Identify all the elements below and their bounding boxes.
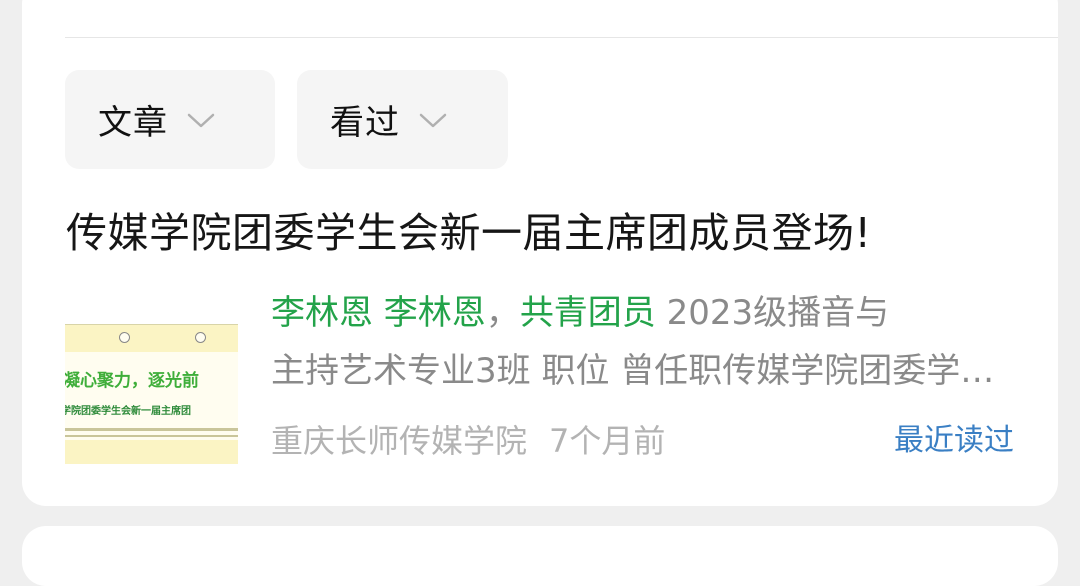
thumbnail-bottom-band bbox=[65, 440, 238, 464]
article-snippet[interactable]: 李林恩 李林恩，共青团员 2023级播音与 主持艺术专业3班 职位 曾任职传媒学… bbox=[271, 284, 1011, 400]
next-result-card bbox=[22, 526, 1058, 586]
publish-time: 7个月前 bbox=[549, 422, 666, 460]
article-meta: 重庆长师传媒学院 7个月前 bbox=[271, 416, 665, 466]
snippet-highlight-name: 李林恩 李林恩 bbox=[271, 293, 486, 333]
filter-history-label: 看过 bbox=[330, 103, 400, 143]
divider bbox=[65, 37, 1058, 38]
thumbnail-slogan: 凝心聚力，逐光前 bbox=[65, 371, 199, 391]
filter-history-dropdown[interactable]: 看过 bbox=[297, 70, 508, 169]
snippet-highlight-role: 共青团员 bbox=[519, 293, 656, 333]
snippet-text: 2023级播音与 bbox=[655, 293, 890, 333]
snippet-line-2: 主持艺术专业3班 职位 曾任职传媒学院团委学生会 bbox=[271, 351, 1011, 391]
binder-hole-icon bbox=[119, 332, 130, 343]
snippet-line-1: 李林恩 李林恩，共青团员 2023级播音与 bbox=[271, 284, 1011, 342]
article-thumbnail[interactable]: 凝心聚力，逐光前 学院团委学生会新一届主席团 bbox=[65, 324, 238, 464]
filter-type-label: 文章 bbox=[98, 103, 168, 143]
article-title[interactable]: 传媒学院团委学生会新一届主席团成员登场! bbox=[66, 203, 871, 263]
thumbnail-subline: 学院团委学生会新一届主席团 bbox=[65, 406, 191, 417]
binder-hole-icon bbox=[195, 332, 206, 343]
chevron-down-icon bbox=[418, 110, 448, 130]
filter-type-dropdown[interactable]: 文章 bbox=[65, 70, 275, 169]
thumbnail-stripe bbox=[65, 428, 238, 431]
thumbnail-top-band bbox=[65, 324, 238, 352]
chevron-down-icon bbox=[186, 110, 216, 130]
recently-read-badge: 最近读过 bbox=[894, 423, 1014, 458]
source-name[interactable]: 重庆长师传媒学院 bbox=[271, 422, 527, 460]
thumbnail-stripe bbox=[65, 435, 238, 437]
snippet-separator: ， bbox=[485, 293, 520, 333]
